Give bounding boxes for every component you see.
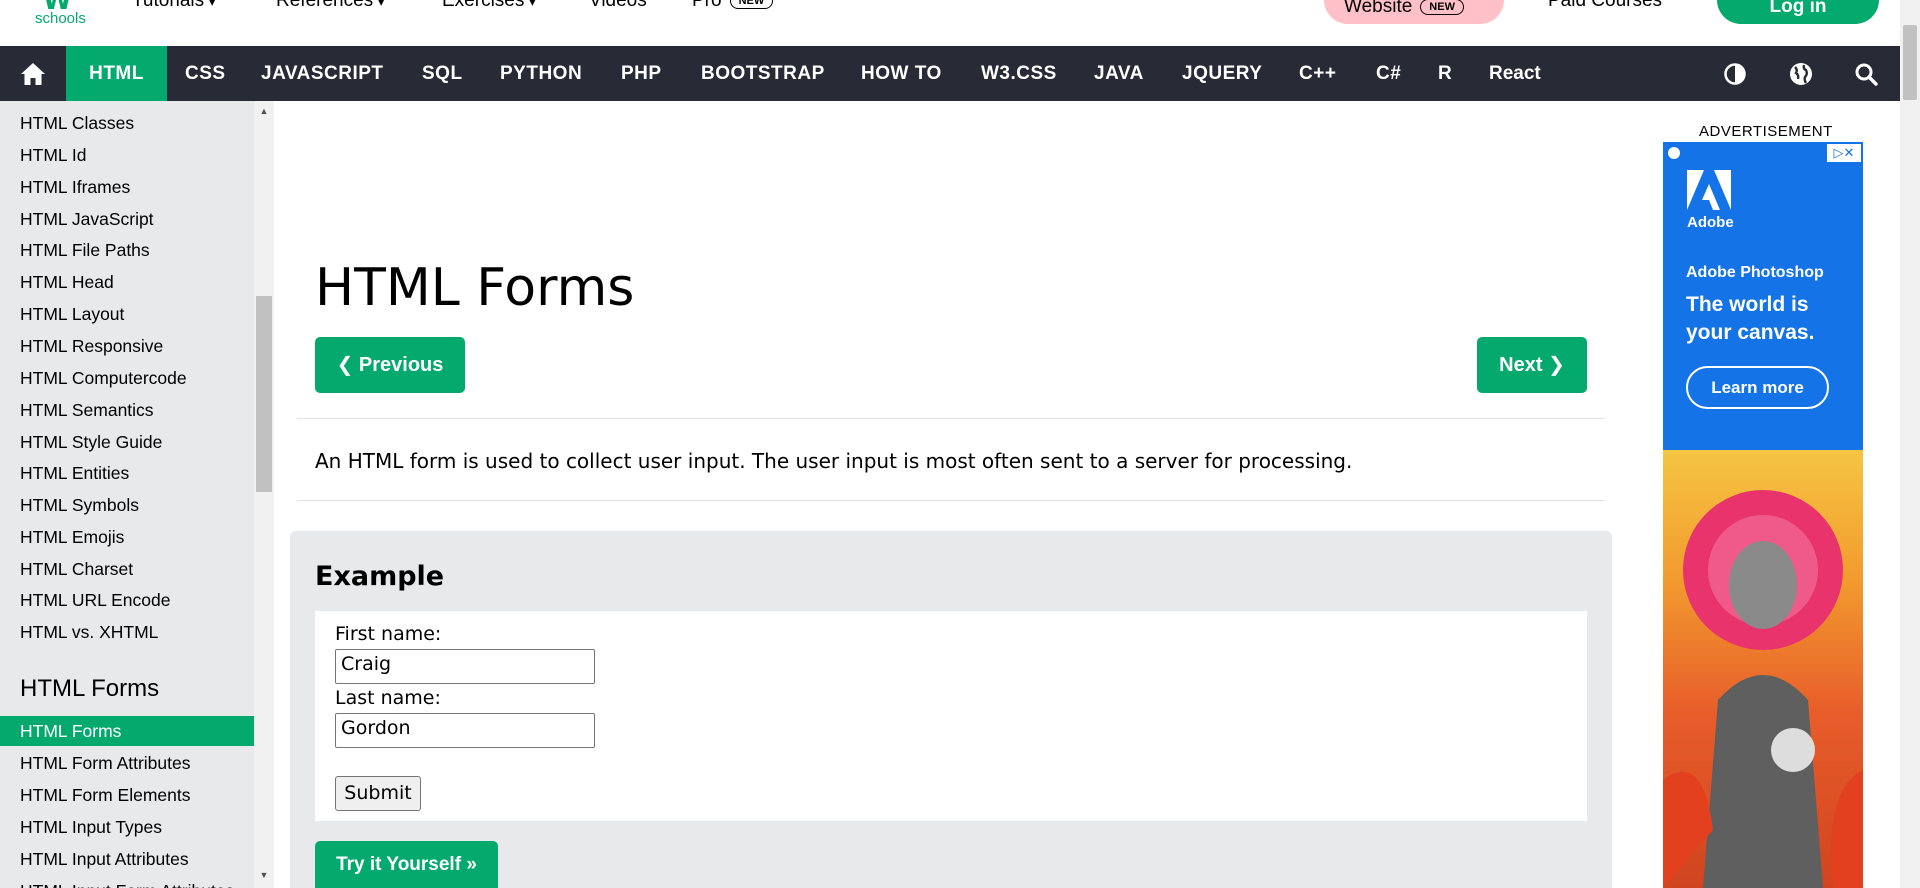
next-button[interactable]: Next ❯	[1477, 337, 1587, 393]
learn-more-button[interactable]: Learn more	[1686, 366, 1829, 409]
tab-how-to[interactable]: HOW TO	[861, 46, 942, 101]
sidebar-item-html-symbols[interactable]: HTML Symbols	[0, 489, 254, 521]
sidebar-item-html-javascript[interactable]: HTML JavaScript	[0, 203, 254, 235]
login-button[interactable]: Log in	[1717, 0, 1879, 24]
tab-jquery[interactable]: JQUERY	[1182, 46, 1262, 101]
page-scrollbar-thumb[interactable]	[1903, 25, 1917, 100]
tab-html[interactable]: HTML	[66, 46, 167, 101]
sidebar-item-html-computercode[interactable]: HTML Computercode	[0, 362, 254, 394]
tab-javascript[interactable]: JAVASCRIPT	[261, 46, 384, 101]
ad-illustration	[1663, 490, 1863, 888]
sidebar-item-html-form-elements[interactable]: HTML Form Elements	[0, 779, 254, 811]
sidebar-item-html-classes[interactable]: HTML Classes	[0, 107, 254, 139]
website-label: Website	[1344, 0, 1413, 17]
chevron-down-icon: ▾	[209, 0, 216, 9]
ad-slogan: The world is your canvas.	[1686, 293, 1815, 344]
nav-pro[interactable]: Pro NEW	[692, 0, 774, 12]
sidebar-item-html-input-types[interactable]: HTML Input Types	[0, 811, 254, 843]
tab-python[interactable]: PYTHON	[500, 46, 582, 101]
sidebar-item-html-iframes[interactable]: HTML Iframes	[0, 171, 254, 203]
sidebar-item-html-url-encode[interactable]: HTML URL Encode	[0, 584, 254, 616]
advertisement-label: ADVERTISEMENT	[1699, 123, 1833, 140]
tab-css[interactable]: CSS	[185, 46, 226, 101]
nav-videos-label: Videos	[589, 0, 647, 11]
home-icon[interactable]	[8, 46, 58, 101]
first-name-input[interactable]: Craig	[335, 649, 595, 684]
sidebar-scrollbar-thumb[interactable]	[256, 296, 272, 492]
sidebar-item-html-entities[interactable]: HTML Entities	[0, 457, 254, 489]
sidebar-item-html-forms[interactable]: HTML Forms	[0, 716, 254, 746]
chevron-down-icon: ▾	[529, 0, 536, 9]
tab-cpp[interactable]: C++	[1299, 46, 1336, 101]
page-scrollbar[interactable]	[1900, 0, 1920, 888]
ad-photo	[1663, 450, 1863, 888]
nav-references-label: References	[276, 0, 374, 11]
logo-text: schools	[35, 10, 86, 27]
sidebar-item-html-style-guide[interactable]: HTML Style Guide	[0, 426, 254, 458]
sidebar-item-html-input-attributes[interactable]: HTML Input Attributes	[0, 843, 254, 875]
tab-bootstrap[interactable]: BOOTSTRAP	[701, 46, 825, 101]
w3schools-logo[interactable]: W schools	[30, 0, 100, 30]
paid-courses-link[interactable]: Paid Courses	[1548, 0, 1662, 12]
sidebar-item-html-file-paths[interactable]: HTML File Paths	[0, 234, 254, 266]
nav-tutorials-label: Tutorials	[132, 0, 205, 11]
sidebar-scrollbar[interactable]	[254, 101, 274, 888]
sidebar: HTML Classes HTML Id HTML Iframes HTML J…	[0, 101, 254, 888]
try-it-yourself-button[interactable]: Try it Yourself »	[315, 841, 498, 888]
top-header: W schools Tutorials ▾ References ▾ Exercis…	[0, 0, 1920, 46]
sidebar-item-html-form-attributes[interactable]: HTML Form Attributes	[0, 747, 254, 779]
contrast-icon[interactable]	[1710, 46, 1760, 101]
last-name-input[interactable]: Gordon	[335, 713, 595, 748]
nav-pro-label: Pro	[692, 0, 722, 11]
search-icon[interactable]	[1841, 46, 1891, 101]
sidebar-item-html-vs-xhtml[interactable]: HTML vs. XHTML	[0, 616, 254, 648]
sidebar-item-html-head[interactable]: HTML Head	[0, 266, 254, 298]
sidebar-section-heading: HTML Forms	[20, 675, 160, 702]
divider	[297, 418, 1605, 419]
nav-videos[interactable]: Videos	[589, 0, 647, 12]
scroll-down-arrow-icon[interactable]: ▼	[258, 870, 270, 880]
ad-product: Adobe Photoshop	[1686, 264, 1824, 281]
nav-references[interactable]: References ▾	[276, 0, 384, 12]
new-badge: NEW	[729, 0, 774, 9]
previous-button[interactable]: ❮ Previous	[315, 337, 465, 393]
website-button[interactable]: Website NEW	[1324, 0, 1504, 24]
tab-react[interactable]: React	[1489, 46, 1541, 101]
adobe-logo-icon	[1687, 170, 1731, 210]
tab-java[interactable]: JAVA	[1094, 46, 1144, 101]
sidebar-item-html-semantics[interactable]: HTML Semantics	[0, 394, 254, 426]
sidebar-item-html-responsive[interactable]: HTML Responsive	[0, 330, 254, 362]
tab-sql[interactable]: SQL	[422, 46, 463, 101]
new-badge: NEW	[1420, 0, 1464, 15]
main-nav: HTML CSS JAVASCRIPT SQL PYTHON PHP BOOTS…	[0, 46, 1920, 101]
divider	[297, 500, 1605, 501]
nav-tutorials[interactable]: Tutorials ▾	[132, 0, 215, 12]
intro-text: An HTML form is used to collect user inp…	[315, 449, 1353, 473]
adchoices-icon[interactable]	[1668, 147, 1680, 159]
submit-button[interactable]: Submit	[335, 776, 421, 811]
tab-csharp[interactable]: C#	[1376, 46, 1401, 101]
sidebar-item-html-emojis[interactable]: HTML Emojis	[0, 521, 254, 553]
nav-exercises-label: Exercises	[442, 0, 525, 11]
tab-php[interactable]: PHP	[621, 46, 662, 101]
last-name-label: Last name:	[335, 687, 441, 709]
tab-w3css[interactable]: W3.CSS	[981, 46, 1057, 101]
sidebar-item-html-input-form-attributes[interactable]: HTML Input Form Attributes	[0, 875, 254, 888]
sidebar-item-html-charset[interactable]: HTML Charset	[0, 553, 254, 585]
nav-exercises[interactable]: Exercises ▾	[442, 0, 535, 12]
sidebar-item-html-layout[interactable]: HTML Layout	[0, 298, 254, 330]
tab-r[interactable]: R	[1438, 46, 1452, 101]
page-title: HTML Forms	[315, 258, 635, 318]
close-icon[interactable]: ▷✕	[1827, 144, 1861, 162]
chevron-down-icon: ▾	[378, 0, 385, 9]
scroll-up-arrow-icon[interactable]: ▲	[258, 106, 270, 116]
advertisement[interactable]: ▷✕ Adobe Adobe Photoshop The world is yo…	[1663, 142, 1863, 888]
first-name-label: First name:	[335, 623, 442, 645]
sidebar-item-html-id[interactable]: HTML Id	[0, 139, 254, 171]
globe-icon[interactable]	[1776, 46, 1826, 101]
example-heading: Example	[315, 561, 445, 592]
ad-brand: Adobe	[1687, 214, 1734, 231]
